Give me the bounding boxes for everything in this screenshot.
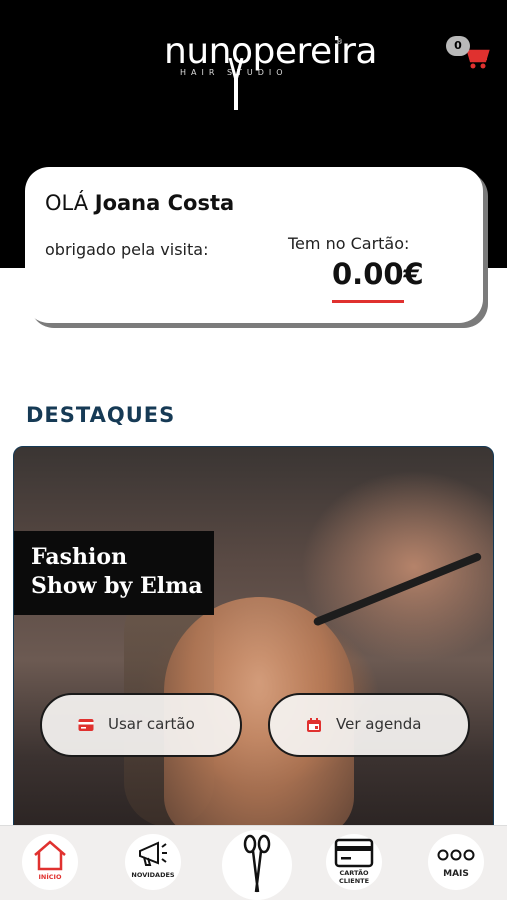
use-card-button[interactable]: Usar cartão xyxy=(40,693,242,757)
greeting: OLÁ Joana Costa xyxy=(45,191,234,215)
featured-title-line2: Show by Elma xyxy=(31,573,203,599)
view-agenda-button[interactable]: Ver agenda xyxy=(268,693,470,757)
nav-inicio[interactable]: INÍCIO xyxy=(22,834,78,890)
nav-cartao-cliente[interactable]: CARTÃO CLIENTE xyxy=(326,834,382,890)
section-title-destaques: DESTAQUES xyxy=(26,403,176,427)
nav-mais-label: MAIS xyxy=(443,869,469,879)
more-dots-icon xyxy=(437,849,475,861)
credit-card-icon xyxy=(78,719,94,731)
balance-underline xyxy=(332,300,404,303)
nav-services[interactable] xyxy=(222,830,292,900)
bottom-navigation: INÍCIO NOVIDADES CARTÃO CLIENTE MAIS xyxy=(0,825,507,900)
welcome-card: OLÁ Joana Costa obrigado pela visita: Te… xyxy=(25,167,483,323)
featured-title-line1: Fashion xyxy=(31,544,128,570)
nav-mais[interactable]: MAIS xyxy=(428,834,484,890)
scissors-logo-icon xyxy=(228,58,244,110)
nav-novidades-label: NOVIDADES xyxy=(131,871,175,879)
cart-count-badge: 0 xyxy=(446,36,470,56)
logo-wordmark: nunopereira xyxy=(164,31,378,72)
home-icon xyxy=(34,840,66,871)
scissors-icon xyxy=(243,834,271,893)
featured-photo-brush xyxy=(312,551,483,627)
cart-button[interactable]: 0 xyxy=(444,36,492,72)
user-name: Joana Costa xyxy=(94,191,235,215)
card-icon xyxy=(334,838,374,868)
featured-title: Fashion Show by Elma xyxy=(31,543,203,601)
view-agenda-label: Ver agenda xyxy=(336,715,422,733)
balance-label: Tem no Cartão: xyxy=(288,234,410,253)
logo-registered-mark: ® xyxy=(336,38,343,46)
megaphone-icon xyxy=(139,841,167,866)
greeting-word: OLÁ xyxy=(45,191,89,215)
calendar-icon xyxy=(307,718,321,732)
brand-logo: nunopereira ® HAIR STUDIO xyxy=(150,30,378,112)
nav-novidades[interactable]: NOVIDADES xyxy=(125,834,181,890)
nav-cartao-label-1: CARTÃO xyxy=(339,869,369,877)
use-card-label: Usar cartão xyxy=(108,715,195,733)
nav-cartao-label-2: CLIENTE xyxy=(338,877,370,885)
thanks-text: obrigado pela visita: xyxy=(45,240,209,259)
nav-inicio-label: INÍCIO xyxy=(38,873,62,881)
featured-title-box: Fashion Show by Elma xyxy=(14,531,214,615)
featured-card[interactable]: Fashion Show by Elma Usar cartão Ver age… xyxy=(13,446,494,836)
card-balance: 0.00€ xyxy=(332,257,424,291)
